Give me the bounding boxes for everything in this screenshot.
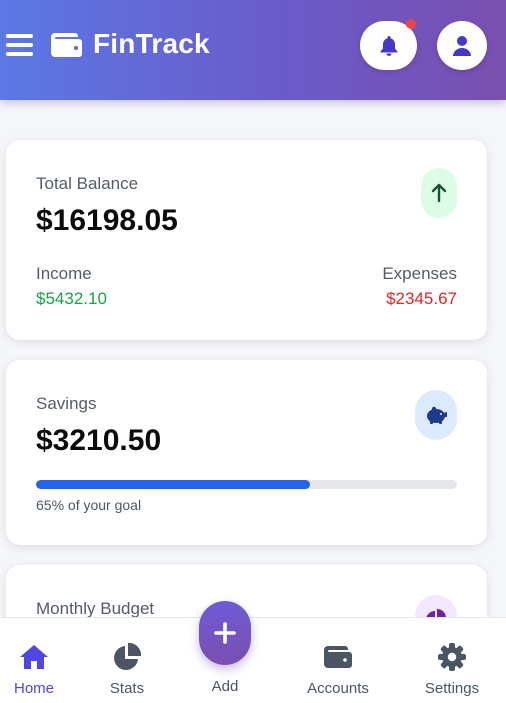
nav-label: Stats (109, 680, 145, 697)
savings-progress-text: 65% of your goal (36, 497, 142, 513)
nav-item-home[interactable]: Home (4, 618, 64, 703)
expenses-value: $2345.67 (386, 289, 457, 308)
pie-chart-icon (114, 643, 141, 670)
income-label: Income (36, 264, 92, 283)
piggy-bank-icon (427, 406, 447, 424)
notification-badge (406, 19, 416, 29)
menu-button[interactable] (6, 32, 34, 58)
menu-icon-bar (6, 43, 33, 47)
budget-label: Monthly Budget (36, 599, 155, 618)
savings-badge (415, 390, 457, 440)
nav-item-accounts[interactable]: Accounts (307, 618, 369, 703)
savings-label: Savings (36, 394, 97, 413)
expenses-label: Expenses (382, 264, 457, 283)
nav-label: Home (13, 680, 54, 697)
bell-icon (380, 35, 397, 56)
profile-button[interactable] (437, 21, 487, 70)
income-value: $5432.10 (36, 289, 107, 308)
arrow-up-icon (431, 183, 447, 203)
savings-progress-fill (36, 480, 310, 489)
savings-amount: $3210.50 (36, 424, 162, 457)
plus-icon (214, 622, 236, 644)
gear-icon (438, 643, 466, 671)
app-header: FinTrack (0, 0, 506, 100)
trend-badge (421, 168, 457, 218)
savings-card: Savings $3210.50 65% of your goal (6, 360, 487, 545)
nav-label-add: Add (211, 678, 239, 695)
menu-icon-bar (6, 34, 33, 38)
nav-label: Accounts (307, 680, 369, 697)
bottom-nav: Home Stats Accounts Settings (0, 617, 506, 703)
balance-card: Total Balance $16198.05 Income $5432.10 … (6, 140, 487, 340)
wallet-icon (324, 646, 352, 668)
balance-label: Total Balance (36, 174, 139, 193)
wallet-icon (51, 33, 82, 57)
nav-item-settings[interactable]: Settings (420, 618, 484, 703)
savings-progress-bar (36, 480, 457, 489)
nav-label: Settings (424, 680, 480, 697)
add-button[interactable] (199, 601, 251, 665)
user-icon (453, 35, 471, 56)
app-title: FinTrack (93, 28, 210, 59)
nav-item-stats[interactable]: Stats (97, 618, 157, 703)
home-icon (20, 645, 48, 669)
balance-amount: $16198.05 (36, 204, 178, 237)
menu-icon-bar (6, 52, 33, 56)
